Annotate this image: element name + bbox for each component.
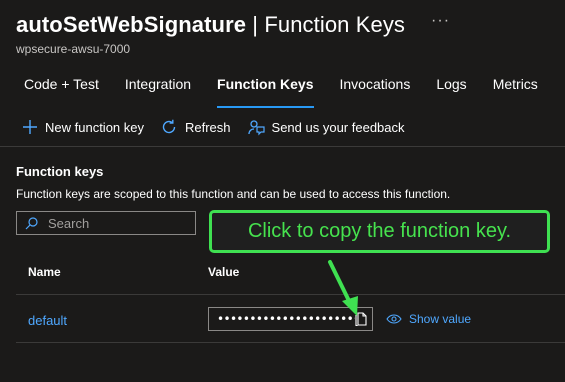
show-value-label: Show value — [409, 312, 472, 326]
refresh-button[interactable]: Refresh — [160, 118, 231, 136]
send-feedback-label: Send us your feedback — [271, 119, 405, 135]
tab-integration[interactable]: Integration — [125, 76, 191, 102]
search-icon — [25, 216, 38, 229]
page-name: Function Keys — [264, 12, 406, 37]
section-description: Function keys are scoped to this functio… — [16, 187, 451, 201]
page-header: autoSetWebSignature | Function Keys ··· — [16, 12, 450, 38]
search-box[interactable] — [16, 211, 196, 235]
tab-logs[interactable]: Logs — [436, 76, 466, 102]
tab-bar: Code + Test Integration Function Keys In… — [24, 76, 564, 108]
send-feedback-button[interactable]: Send us your feedback — [247, 118, 405, 136]
resource-subtitle: wpsecure-awsu-7000 — [16, 42, 131, 56]
copy-button[interactable] — [353, 311, 369, 327]
row-divider — [16, 342, 565, 343]
eye-icon — [386, 314, 402, 324]
page-title: autoSetWebSignature | Function Keys — [16, 12, 405, 38]
tab-function-keys[interactable]: Function Keys — [217, 76, 314, 108]
copy-callout: Click to copy the function key. — [209, 210, 550, 253]
section-title: Function keys — [16, 164, 104, 179]
key-value-field[interactable]: ••••••••••••••••••••••••••... — [208, 307, 373, 331]
key-value-masked: ••••••••••••••••••••••••••... — [217, 312, 355, 326]
callout-text: Click to copy the function key. — [247, 220, 512, 242]
toolbar-divider — [0, 146, 565, 147]
show-value-button[interactable]: Show value — [386, 312, 471, 326]
function-name: autoSetWebSignature — [16, 12, 247, 37]
tab-code-test[interactable]: Code + Test — [24, 76, 99, 102]
new-function-key-button[interactable]: New function key — [22, 119, 144, 135]
tab-invocations[interactable]: Invocations — [340, 76, 411, 102]
feedback-icon — [247, 120, 265, 136]
search-input[interactable] — [48, 215, 188, 231]
new-function-key-label: New function key — [45, 119, 144, 135]
key-name-link[interactable]: default — [28, 313, 67, 328]
tab-metrics[interactable]: Metrics — [493, 76, 538, 102]
refresh-icon — [162, 119, 176, 134]
command-bar: New function key Refresh Send us your fe… — [22, 118, 421, 136]
refresh-label: Refresh — [185, 119, 231, 135]
column-header-value: Value — [208, 265, 240, 279]
plus-icon — [23, 120, 37, 134]
header-divider — [16, 294, 565, 295]
column-header-name: Name — [28, 265, 61, 279]
more-icon[interactable]: ··· — [431, 12, 450, 30]
title-separator: | — [246, 12, 265, 37]
copy-icon — [355, 312, 367, 326]
